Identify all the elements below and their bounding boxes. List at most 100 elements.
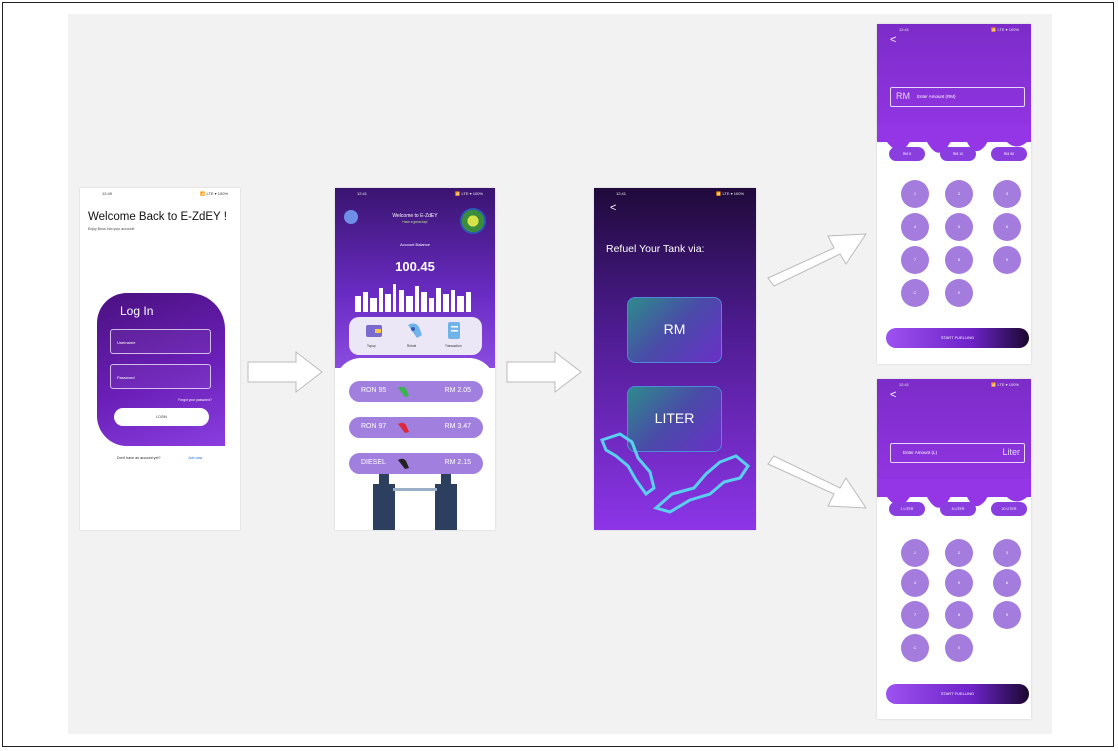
enter-rm-screen: 12:41 📶 LTE ▾ 100% < RM Enter Amount (RM)… bbox=[877, 24, 1031, 364]
forgot-password-link[interactable]: Forgot your password? bbox=[178, 398, 212, 402]
keypad-key[interactable]: 8 bbox=[945, 246, 973, 274]
keypad-key[interactable]: 9 bbox=[993, 246, 1021, 274]
rm-prefix: RM bbox=[896, 91, 910, 101]
green-nozzle-icon bbox=[398, 386, 409, 397]
black-nozzle-icon bbox=[398, 458, 409, 469]
fuel-item-ron97[interactable]: RON 97 RM 3.47 bbox=[349, 417, 483, 438]
username-placeholder: Username bbox=[117, 340, 136, 345]
enter-liter-screen: 12:41 📶 LTE ▾ 100% < Enter Amount (L) Lit… bbox=[877, 379, 1031, 719]
status-time: 12:41 bbox=[357, 191, 368, 196]
keypad-key[interactable]: 2 bbox=[945, 180, 973, 208]
keypad-clear-key[interactable]: C bbox=[901, 634, 929, 662]
start-fuelling-button[interactable]: START FUELLING bbox=[886, 328, 1029, 348]
keypad-key[interactable]: 4 bbox=[901, 569, 929, 597]
refuel-method-screen: 12:41 📶 LTE ▾ 100% < Refuel Your Tank via… bbox=[594, 188, 756, 530]
keypad-key[interactable]: 4 bbox=[901, 213, 929, 241]
quick-amount-chip[interactable]: RM 5 bbox=[889, 147, 925, 161]
balance-amount: 100.45 bbox=[395, 259, 435, 274]
refuel-question: Refuel Your Tank via: bbox=[606, 243, 705, 255]
keypad-key[interactable]: 6 bbox=[993, 569, 1021, 597]
keypad-key[interactable]: 5 bbox=[945, 213, 973, 241]
home-title: Welcome to E-ZdEY bbox=[392, 213, 438, 219]
fuel-name: DIESEL bbox=[361, 459, 386, 466]
amount-placeholder: Enter Amount (L) bbox=[903, 450, 938, 455]
amount-liter-input[interactable]: Enter Amount (L) Liter bbox=[890, 443, 1025, 463]
status-icons: 📶 LTE ▾ 100% bbox=[991, 27, 1019, 32]
menu-transaction[interactable]: Transaction bbox=[445, 344, 462, 348]
wallet-icon bbox=[366, 325, 382, 337]
keypad-key[interactable]: 8 bbox=[945, 601, 973, 629]
keypad-key[interactable]: 5 bbox=[945, 569, 973, 597]
fuel-item-ron95[interactable]: RON 95 RM 2.05 bbox=[349, 381, 483, 402]
menu-refuel[interactable]: Refuel bbox=[407, 344, 416, 348]
quick-amount-chip[interactable]: 10 LITER bbox=[991, 502, 1027, 516]
balance-label: Account Balance bbox=[399, 242, 431, 247]
status-bar: 12:41 📶 LTE ▾ 100% bbox=[594, 188, 756, 198]
fuel-name: RON 97 bbox=[361, 423, 387, 430]
fuel-price: RM 2.05 bbox=[444, 387, 471, 394]
liter-suffix: Liter bbox=[1002, 447, 1020, 457]
username-field[interactable]: Username bbox=[110, 329, 211, 354]
keypad-clear-key[interactable]: C bbox=[901, 279, 929, 307]
flow-arrow-icon bbox=[767, 233, 867, 287]
login-button[interactable]: LOGIN bbox=[114, 408, 209, 426]
fuel-price: RM 2.15 bbox=[444, 459, 471, 466]
status-bar: 12:41 📶 LTE ▾ 100% bbox=[877, 24, 1031, 34]
keypad-key[interactable]: 2 bbox=[945, 539, 973, 567]
password-placeholder: Password bbox=[117, 375, 135, 380]
keypad-key[interactable]: 3 bbox=[993, 180, 1021, 208]
login-screen: 12:49 📶 LTE ▾ 100% Welcome Back to E-ZdEY… bbox=[80, 188, 240, 530]
keypad-key[interactable]: 0 bbox=[945, 634, 973, 662]
refuel-by-rm-button[interactable]: RM bbox=[627, 297, 722, 363]
join-now-link[interactable]: Join now bbox=[188, 456, 202, 460]
keypad-key[interactable]: 1 bbox=[901, 539, 929, 567]
status-bar: 12:49 📶 LTE ▾ 100% bbox=[80, 188, 240, 198]
fuel-item-diesel[interactable]: DIESEL RM 2.15 bbox=[349, 453, 483, 474]
status-bar: 12:41 📶 LTE ▾ 100% bbox=[335, 188, 495, 198]
flow-arrow-icon bbox=[247, 350, 323, 394]
status-time: 12:41 bbox=[899, 382, 910, 387]
menu-topup[interactable]: Topup bbox=[367, 344, 376, 348]
fuel-name: RON 95 bbox=[361, 387, 387, 394]
fuel-nozzle-icon bbox=[408, 323, 422, 338]
city-skyline-icon bbox=[355, 284, 471, 312]
receipt-icon bbox=[448, 322, 460, 339]
malaysia-map-icon bbox=[600, 432, 750, 514]
status-time: 12:49 bbox=[102, 191, 113, 196]
back-button[interactable]: < bbox=[890, 389, 896, 401]
status-icons: 📶 LTE ▾ 100% bbox=[200, 191, 228, 196]
quick-amount-chip[interactable]: RM 10 bbox=[940, 147, 976, 161]
home-tagline: Have a great day! bbox=[402, 220, 428, 224]
status-icons: 📶 LTE ▾ 100% bbox=[716, 191, 744, 196]
quick-amount-chip[interactable]: 1 LITER bbox=[889, 502, 925, 516]
back-button[interactable]: < bbox=[610, 202, 616, 214]
status-bar: 12:41 📶 LTE ▾ 100% bbox=[877, 379, 1031, 389]
welcome-heading: Welcome Back to E-ZdEY ! bbox=[88, 211, 227, 223]
flow-arrow-icon bbox=[767, 455, 867, 509]
welcome-subtitle: Enjoy Boos Into your account! bbox=[88, 227, 135, 231]
keypad-key[interactable]: 7 bbox=[901, 246, 929, 274]
keypad-key[interactable]: 7 bbox=[901, 601, 929, 629]
amount-rm-input[interactable]: RM Enter Amount (RM) bbox=[890, 87, 1025, 107]
status-icons: 📶 LTE ▾ 100% bbox=[455, 191, 483, 196]
quick-amount-chip[interactable]: RM 50 bbox=[991, 147, 1027, 161]
password-field[interactable]: Password bbox=[110, 364, 211, 389]
status-time: 12:41 bbox=[616, 191, 627, 196]
status-icons: 📶 LTE ▾ 100% bbox=[991, 382, 1019, 387]
home-screen: 12:41 📶 LTE ▾ 100% Welcome to E-ZdEY Have… bbox=[335, 188, 495, 530]
login-title: Log In bbox=[120, 304, 154, 318]
no-account-text: Don't have an account yet? bbox=[117, 456, 161, 460]
start-fuelling-button[interactable]: START FUELLING bbox=[886, 684, 1029, 704]
quick-amount-chip[interactable]: 5 LITER bbox=[940, 502, 976, 516]
keypad-key[interactable]: 3 bbox=[993, 539, 1021, 567]
keypad-key[interactable]: 6 bbox=[993, 213, 1021, 241]
fuel-price: RM 3.47 bbox=[444, 423, 471, 430]
twin-towers-icon bbox=[373, 474, 457, 530]
keypad-key[interactable]: 0 bbox=[945, 279, 973, 307]
keypad-key[interactable]: 9 bbox=[993, 601, 1021, 629]
status-time: 12:41 bbox=[899, 27, 910, 32]
flow-arrow-icon bbox=[506, 350, 582, 394]
back-button[interactable]: < bbox=[890, 34, 896, 46]
keypad-key[interactable]: 1 bbox=[901, 180, 929, 208]
amount-placeholder: Enter Amount (RM) bbox=[917, 94, 956, 99]
